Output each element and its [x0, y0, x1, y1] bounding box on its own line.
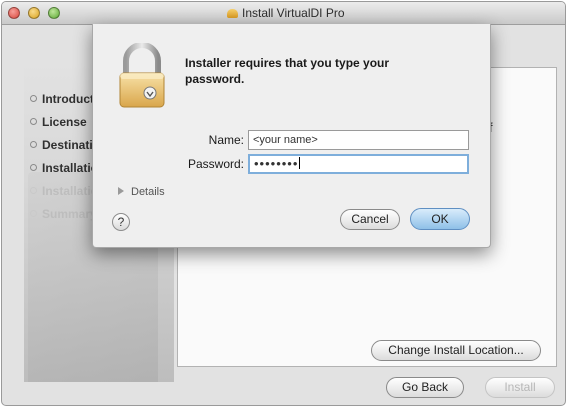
step-bullet-icon [30, 164, 37, 171]
change-install-location-button[interactable]: Change Install Location... [371, 340, 541, 361]
window-title-text: Install VirtualDI Pro [242, 6, 345, 20]
install-button[interactable]: Install [485, 377, 555, 398]
step-bullet-icon [30, 210, 37, 217]
details-label: Details [131, 186, 165, 198]
close-window-button[interactable] [8, 7, 20, 19]
package-icon [227, 9, 238, 18]
password-field[interactable]: •••••••• [248, 154, 469, 174]
step-bullet-icon [30, 141, 37, 148]
go-back-button[interactable]: Go Back [386, 377, 464, 398]
authentication-dialog: Installer requires that you type your pa… [92, 24, 491, 248]
title-bar[interactable]: Install VirtualDI Pro [2, 2, 565, 25]
step-bullet-icon [30, 187, 37, 194]
zoom-window-button[interactable] [48, 7, 60, 19]
step-label: Summary [42, 206, 97, 221]
window-title: Install VirtualDI Pro [227, 6, 345, 20]
name-field[interactable]: <your name> [248, 130, 469, 150]
disclosure-triangle-icon[interactable] [118, 187, 124, 195]
padlock-icon [119, 43, 165, 108]
step-label: License [42, 114, 87, 129]
details-disclosure[interactable]: Details [118, 186, 165, 198]
password-label: Password: [187, 157, 244, 171]
name-label: Name: [208, 133, 244, 147]
auth-prompt-message: Installer requires that you type your pa… [185, 56, 390, 86]
ok-button[interactable]: OK [410, 208, 470, 230]
step-bullet-icon [30, 118, 37, 125]
help-button[interactable]: ? [112, 213, 130, 231]
step-bullet-icon [30, 95, 37, 102]
text-caret [299, 157, 301, 169]
minimize-window-button[interactable] [28, 7, 40, 19]
password-mask: •••••••• [254, 156, 299, 171]
cancel-button[interactable]: Cancel [340, 209, 400, 230]
